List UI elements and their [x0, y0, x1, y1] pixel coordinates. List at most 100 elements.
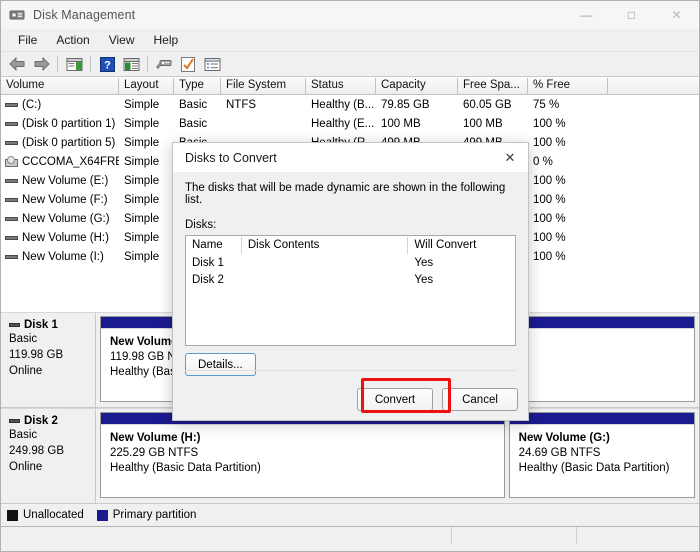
partition-new-volume-g[interactable]: New Volume (G:) 24.69 GB NTFS Healthy (B… — [508, 412, 695, 498]
toolbar: ? — [1, 52, 699, 77]
column-header-capacity[interactable]: Capacity — [376, 78, 458, 94]
dialog-title: Disks to Convert — [185, 150, 277, 165]
legend-swatch-unallocated — [7, 509, 18, 521]
column-header-file-system[interactable]: File System — [221, 78, 306, 94]
disk-1-name: Disk 1 — [24, 319, 58, 331]
table-row[interactable]: (C:) Simple Basic NTFS Healthy (B... 79.… — [1, 95, 699, 114]
layout-cell: Simple — [124, 117, 160, 130]
menu-item-action[interactable]: Action — [47, 31, 98, 49]
file-system-cell: NTFS — [226, 98, 257, 111]
volume-label: New Volume (E:) — [22, 174, 109, 187]
volume-cell: New Volume (F:) — [1, 194, 119, 206]
menu-bar: File Action View Help — [1, 29, 699, 52]
volume-cell: (Disk 0 partition 1) — [1, 118, 119, 130]
partition-name: New Volume (G:) — [518, 432, 610, 444]
percent-free-cell: 75 % — [533, 98, 560, 111]
convert-cell-name: Disk 2 — [192, 273, 224, 286]
volume-label: (Disk 0 partition 1) — [22, 117, 116, 130]
status-cell-tertiary — [577, 527, 699, 544]
layout-cell: Simple — [124, 250, 160, 263]
list-item[interactable]: Disk 2 Yes — [186, 271, 515, 288]
layout-cell: Simple — [124, 212, 160, 225]
drive-icon — [5, 137, 18, 148]
list-item[interactable]: Disk 1 Yes — [186, 254, 515, 271]
partition-body: New Volume (H:) 225.29 GB NTFS Healthy (… — [101, 425, 504, 497]
volume-label: New Volume (F:) — [22, 193, 108, 206]
convert-column-will-convert[interactable]: Will Convert — [408, 237, 515, 254]
volume-cell: (C:) — [1, 99, 119, 111]
column-header-percent-free[interactable]: % Free — [528, 78, 608, 94]
column-header-status[interactable]: Status — [306, 78, 376, 94]
dialog-close-icon[interactable]: ✕ — [492, 143, 528, 172]
status-cell-secondary — [452, 527, 577, 544]
details-button[interactable]: Details... — [185, 353, 256, 376]
back-arrow-icon[interactable] — [6, 54, 28, 75]
legend: Unallocated Primary partition — [1, 504, 699, 526]
volume-label: New Volume (H:) — [22, 231, 109, 244]
volume-cell: New Volume (H:) — [1, 232, 119, 244]
show-action-pane-icon[interactable] — [120, 54, 142, 75]
percent-free-cell: 100 % — [533, 250, 566, 263]
dialog-description: The disks that will be made dynamic are … — [185, 182, 506, 206]
layout-cell: Simple — [124, 155, 160, 168]
volume-cell: CCCOMA_X64FRE... — [1, 155, 119, 168]
column-header-free-space[interactable]: Free Spa... — [458, 78, 528, 94]
title-bar: Disk Management — □ ✕ — [1, 1, 699, 29]
dialog-actions: Convert Cancel — [357, 388, 518, 411]
percent-free-cell: 100 % — [533, 174, 566, 187]
status-cell-main — [1, 527, 452, 544]
disk-2-info: Disk 2 Basic 249.98 GB Online — [1, 409, 96, 503]
disk-2-state: Online — [9, 461, 43, 473]
volume-label: (Disk 0 partition 5) — [22, 136, 116, 149]
convert-button[interactable]: Convert — [357, 388, 433, 411]
legend-label-primary-partition: Primary partition — [112, 509, 197, 521]
partition-name: New Volume (H:) — [110, 432, 201, 444]
menu-item-file[interactable]: File — [9, 31, 46, 49]
volume-cell: (Disk 0 partition 5) — [1, 137, 119, 149]
column-header-spacer — [608, 78, 699, 94]
percent-free-cell: 100 % — [533, 212, 566, 225]
window-controls: — □ ✕ — [564, 1, 699, 29]
disk-row-2[interactable]: Disk 2 Basic 249.98 GB Online New Volume… — [1, 408, 699, 504]
maximize-button[interactable]: □ — [609, 1, 654, 29]
menu-item-view[interactable]: View — [100, 31, 144, 49]
status-cell: Healthy (E... — [311, 117, 375, 130]
show-hide-console-tree-icon[interactable] — [63, 54, 85, 75]
disk-icon — [9, 419, 20, 423]
drive-icon — [5, 232, 18, 243]
partition-capacity-bar — [509, 413, 694, 425]
cancel-button[interactable]: Cancel — [442, 388, 518, 411]
disk-2-size: 249.98 GB — [9, 445, 64, 457]
forward-arrow-icon[interactable] — [30, 54, 52, 75]
close-button[interactable]: ✕ — [654, 1, 699, 29]
column-header-volume[interactable]: Volume — [1, 78, 119, 94]
layout-cell: Simple — [124, 98, 160, 111]
disk-2-partitions: New Volume (H:) 225.29 GB NTFS Healthy (… — [96, 409, 699, 503]
convert-disks-list[interactable]: Name Disk Contents Will Convert Disk 1 Y… — [185, 235, 516, 346]
minimize-button[interactable]: — — [564, 1, 609, 29]
svg-text:?: ? — [104, 59, 111, 71]
menu-item-help[interactable]: Help — [145, 31, 188, 49]
convert-column-name[interactable]: Name — [186, 236, 242, 254]
help-icon[interactable]: ? — [96, 54, 118, 75]
table-row[interactable]: (Disk 0 partition 1) Simple Basic Health… — [1, 114, 699, 133]
partition-status: Healthy (Basic Data Partition) — [110, 462, 261, 474]
layout-cell: Simple — [124, 231, 160, 244]
cd-drive-icon — [5, 155, 18, 168]
partition-new-volume-h[interactable]: New Volume (H:) 225.29 GB NTFS Healthy (… — [100, 412, 505, 498]
properties-icon[interactable] — [177, 54, 199, 75]
column-header-type[interactable]: Type — [174, 78, 221, 94]
volume-list-header: Volume Layout Type File System Status Ca… — [1, 77, 699, 95]
rescan-disks-icon[interactable] — [153, 54, 175, 75]
free-space-cell: 100 MB — [463, 117, 503, 130]
volume-label: CCCOMA_X64FRE... — [22, 155, 119, 168]
column-header-layout[interactable]: Layout — [119, 78, 174, 94]
type-cell: Basic — [179, 117, 208, 130]
percent-free-cell: 100 % — [533, 231, 566, 244]
convert-list-header: Name Disk Contents Will Convert — [186, 236, 515, 254]
convert-column-disk-contents[interactable]: Disk Contents — [242, 236, 409, 254]
disk-icon — [9, 323, 20, 327]
window-title: Disk Management — [33, 8, 136, 22]
disk-1-title: Disk 1 — [9, 319, 95, 331]
detail-view-icon[interactable] — [201, 54, 223, 75]
